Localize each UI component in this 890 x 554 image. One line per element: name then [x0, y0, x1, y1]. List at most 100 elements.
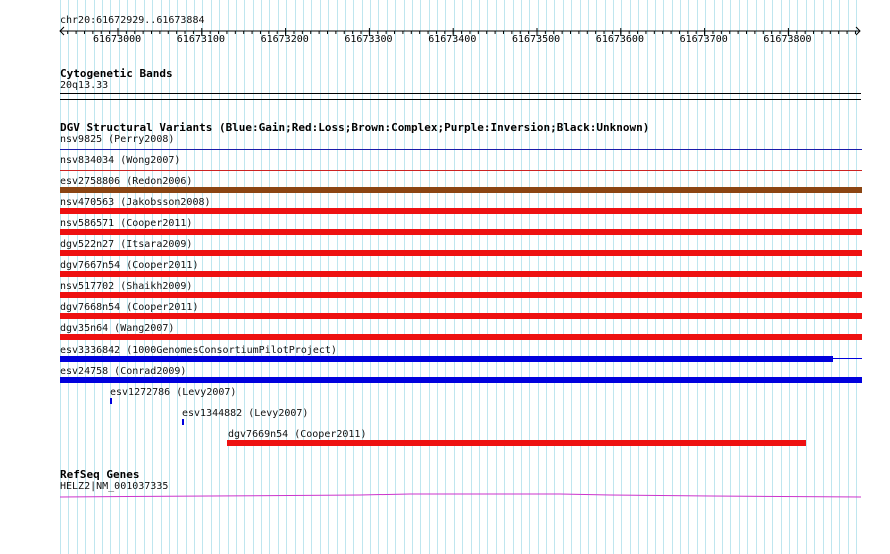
dgv-track-label[interactable]: nsv470563 (Jakobsson2008): [60, 197, 211, 208]
grid-line: [429, 0, 430, 554]
dgv-title: DGV Structural Variants (Blue:Gain;Red:L…: [60, 121, 650, 134]
grid-line: [580, 0, 581, 554]
dgv-track-label[interactable]: nsv9825 (Perry2008): [60, 134, 174, 145]
grid-line: [739, 0, 740, 554]
grid-line: [412, 0, 413, 554]
dgv-track-label[interactable]: esv24758 (Conrad2009): [60, 366, 186, 377]
dgv-track-bar-tail: [833, 358, 862, 359]
grid-line: [789, 0, 790, 554]
dgv-track-label[interactable]: nsv586571 (Cooper2011): [60, 218, 192, 229]
grid-line: [831, 0, 832, 554]
grid-line: [219, 0, 220, 554]
grid-line: [244, 0, 245, 554]
dgv-track-bar[interactable]: [60, 149, 862, 150]
grid-line: [471, 0, 472, 554]
grid-line: [161, 0, 162, 554]
grid-line: [663, 0, 664, 554]
dgv-track-label[interactable]: nsv834034 (Wong2007): [60, 155, 180, 166]
grid-line: [152, 0, 153, 554]
dgv-track-bar[interactable]: [60, 313, 862, 319]
dgv-track-label[interactable]: dgv522n27 (Itsara2009): [60, 239, 192, 250]
grid-line: [387, 0, 388, 554]
ruler-tick-label: 61673000: [93, 34, 142, 45]
dgv-track-bar[interactable]: [60, 292, 862, 298]
dgv-track-bar[interactable]: [60, 229, 862, 235]
dgv-track-bar[interactable]: [60, 250, 862, 256]
cytoband-line-bottom: [60, 99, 861, 100]
grid-line: [672, 0, 673, 554]
grid-line: [764, 0, 765, 554]
dgv-track-label[interactable]: esv3336842 (1000GenomesConsortiumPilotPr…: [60, 345, 337, 356]
grid-line: [169, 0, 170, 554]
grid-line: [253, 0, 254, 554]
grid-line: [772, 0, 773, 554]
grid-line: [756, 0, 757, 554]
ruler-tick-label: 61673200: [260, 34, 309, 45]
grid-line: [605, 0, 606, 554]
dgv-track-bar[interactable]: [60, 271, 862, 277]
cytoband-line-top: [60, 93, 861, 94]
grid-line: [521, 0, 522, 554]
grid-line: [722, 0, 723, 554]
dgv-track-label[interactable]: dgv7667n54 (Cooper2011): [60, 260, 198, 271]
grid-line: [311, 0, 312, 554]
grid-line: [797, 0, 798, 554]
dgv-track-label[interactable]: dgv35n64 (Wang2007): [60, 323, 174, 334]
ruler-tick-label: 61673600: [595, 34, 644, 45]
dgv-track-label[interactable]: dgv7668n54 (Cooper2011): [60, 302, 198, 313]
grid-line: [688, 0, 689, 554]
dgv-track-bar[interactable]: [60, 170, 862, 171]
refseq-title: RefSeq Genes: [60, 468, 140, 481]
grid-line: [328, 0, 329, 554]
dgv-track-bar[interactable]: [60, 187, 862, 193]
grid-line: [228, 0, 229, 554]
grid-line: [504, 0, 505, 554]
grid-line: [144, 0, 145, 554]
grid-line: [563, 0, 564, 554]
dgv-small-bar-2[interactable]: [182, 419, 184, 425]
cytoband-label: 20q13.33: [60, 80, 109, 91]
grid-line: [714, 0, 715, 554]
region-label: chr20:61672929..61673884: [60, 15, 205, 26]
grid-line: [630, 0, 631, 554]
cytoband-title: Cytogenetic Bands: [60, 67, 173, 80]
dgv-small-label-2[interactable]: esv1344882 (Levy2007): [182, 408, 308, 419]
dgv-track-label[interactable]: nsv517702 (Shaikh2009): [60, 281, 192, 292]
grid-line: [705, 0, 706, 554]
dgv-track-bar[interactable]: [60, 208, 862, 214]
grid-line: [655, 0, 656, 554]
grid-line: [513, 0, 514, 554]
grid-line: [487, 0, 488, 554]
grid-line: [303, 0, 304, 554]
grid-line: [378, 0, 379, 554]
grid-line: [236, 0, 237, 554]
dgv-small-label-3[interactable]: dgv7669n54 (Cooper2011): [228, 429, 366, 440]
refseq-gene-line[interactable]: [60, 490, 862, 500]
grid-line: [261, 0, 262, 554]
dgv-track-bar[interactable]: [60, 334, 862, 340]
grid-line: [454, 0, 455, 554]
dgv-track-bar[interactable]: [60, 356, 833, 362]
grid-line: [856, 0, 857, 554]
grid-line: [370, 0, 371, 554]
dgv-small-bar-1[interactable]: [110, 398, 112, 404]
grid-line: [202, 0, 203, 554]
grid-line: [420, 0, 421, 554]
dgv-small-bar-3[interactable]: [227, 440, 806, 446]
dgv-track-label[interactable]: esv2758806 (Redon2006): [60, 176, 192, 187]
grid-line: [337, 0, 338, 554]
ruler-tick-label: 61673100: [176, 34, 225, 45]
ruler-tick-label: 61673400: [428, 34, 477, 45]
grid-line: [177, 0, 178, 554]
grid-line: [538, 0, 539, 554]
grid-line: [437, 0, 438, 554]
grid-line: [806, 0, 807, 554]
dgv-small-label-1[interactable]: esv1272786 (Levy2007): [110, 387, 236, 398]
grid-line: [814, 0, 815, 554]
grid-line: [596, 0, 597, 554]
refseq-gene-label[interactable]: HELZ2|NM_001037335: [60, 481, 168, 493]
grid-line: [269, 0, 270, 554]
grid-line: [546, 0, 547, 554]
dgv-track-bar[interactable]: [60, 377, 862, 383]
ruler-tick-label: 61673300: [344, 34, 393, 45]
